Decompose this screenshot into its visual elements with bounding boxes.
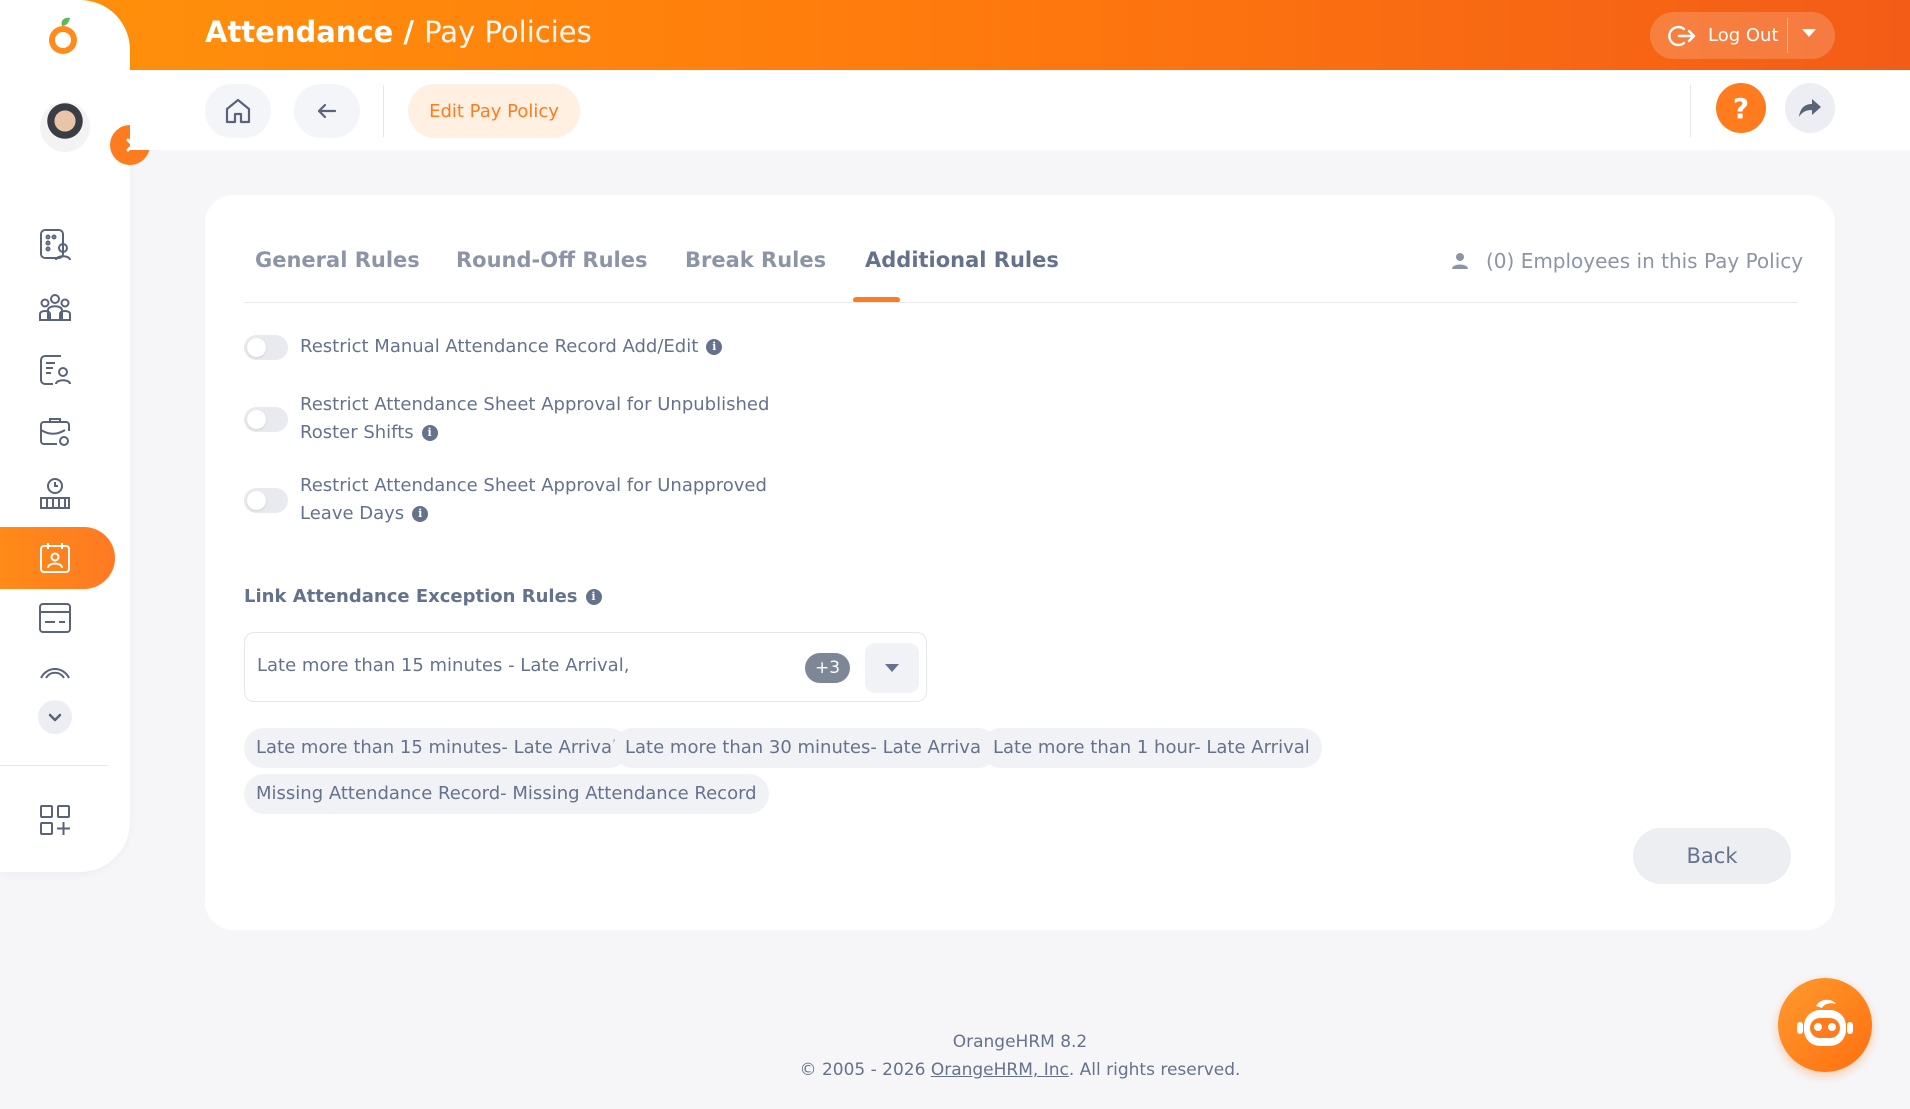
home-button[interactable] bbox=[205, 84, 271, 138]
version-text: OrangeHRM 8.2 bbox=[952, 1032, 1088, 1052]
info-icon[interactable]: i bbox=[706, 339, 723, 355]
signal-icon[interactable] bbox=[37, 660, 73, 680]
avatar[interactable] bbox=[40, 102, 90, 152]
logout-divider bbox=[1787, 18, 1788, 53]
logout-label: Log Out bbox=[1708, 25, 1779, 46]
select-value: Late more than 15 minutes - Late Arrival… bbox=[257, 655, 630, 676]
more-menu-button[interactable] bbox=[38, 700, 72, 734]
exception-rules-title: Link Attendance Exception Rules bbox=[244, 586, 578, 607]
logout-button[interactable]: Log Out bbox=[1650, 12, 1835, 59]
section-title: Link Attendance Exception Rules i bbox=[244, 586, 602, 607]
select-dropdown-button[interactable] bbox=[865, 643, 919, 693]
add-widget-icon[interactable] bbox=[37, 802, 73, 838]
employee-directory-icon[interactable] bbox=[37, 227, 73, 263]
time-icon[interactable] bbox=[37, 476, 73, 512]
rule-label: Restrict Attendance Sheet Approval for U… bbox=[300, 391, 820, 447]
help-icon: ? bbox=[1732, 91, 1750, 125]
toolbar bbox=[130, 70, 1910, 150]
toolbar-divider bbox=[383, 85, 384, 137]
arrow-left-icon bbox=[317, 103, 337, 119]
exception-rules-select[interactable]: Late more than 15 minutes - Late Arrival… bbox=[244, 632, 927, 702]
title-separator: / bbox=[393, 15, 425, 49]
top-bar: Attendance / Pay Policies Log Out bbox=[0, 0, 1910, 70]
payroll-icon[interactable] bbox=[37, 600, 73, 636]
person-icon bbox=[1452, 253, 1468, 269]
attendance-icon bbox=[40, 543, 70, 573]
rule-text: Restrict Attendance Sheet Approval for U… bbox=[300, 475, 767, 524]
copyright-prefix: © 2005 - 2026 bbox=[799, 1060, 931, 1080]
chevron-down-icon bbox=[885, 664, 899, 672]
share-button[interactable] bbox=[1785, 83, 1835, 133]
home-icon bbox=[225, 98, 251, 124]
chatbot-button[interactable] bbox=[1778, 978, 1872, 1072]
rule-label: Restrict Attendance Sheet Approval for U… bbox=[300, 472, 820, 528]
page-title: Attendance / Pay Policies bbox=[205, 15, 592, 49]
exception-chip[interactable]: Late more than 1 hour- Late Arrival bbox=[981, 728, 1322, 768]
document-person-icon[interactable] bbox=[37, 352, 73, 388]
company-link[interactable]: OrangeHRM, Inc bbox=[931, 1060, 1069, 1080]
footer-version: OrangeHRM 8.2 bbox=[0, 1032, 1910, 1052]
exception-chip[interactable]: Late more than 30 minutes- Late Arrival bbox=[613, 728, 998, 768]
tab-additional-rules[interactable]: Additional Rules bbox=[865, 248, 1059, 272]
logout-icon bbox=[1668, 25, 1696, 46]
chevron-down-icon bbox=[48, 713, 62, 722]
tabs-divider bbox=[244, 302, 1797, 303]
page-name: Pay Policies bbox=[424, 15, 592, 49]
help-button[interactable]: ? bbox=[1716, 83, 1766, 133]
rule-text: Restrict Manual Attendance Record Add/Ed… bbox=[300, 336, 699, 357]
info-icon[interactable]: i bbox=[412, 506, 429, 522]
footer-copyright: © 2005 - 2026 OrangeHRM, Inc. All rights… bbox=[0, 1060, 1910, 1080]
tab-round-off-rules[interactable]: Round-Off Rules bbox=[456, 248, 647, 272]
toolbar-divider-right bbox=[1690, 85, 1691, 137]
sidebar-item-attendance[interactable] bbox=[0, 527, 115, 589]
tab-general-rules[interactable]: General Rules bbox=[255, 248, 420, 272]
toggle-restrict-unpublished-roster[interactable] bbox=[244, 407, 288, 432]
extra-count-badge: +3 bbox=[805, 653, 850, 683]
back-button[interactable]: Back bbox=[1633, 828, 1791, 884]
share-icon bbox=[1799, 99, 1821, 117]
orangehrm-logo-icon[interactable] bbox=[40, 14, 86, 56]
employee-count-label: (0) Employees in this Pay Policy bbox=[1486, 249, 1804, 273]
robot-icon bbox=[1797, 999, 1853, 1046]
pay-policy-card bbox=[205, 195, 1835, 930]
briefcase-gear-icon[interactable] bbox=[37, 414, 73, 450]
info-icon[interactable]: i bbox=[585, 589, 602, 605]
people-icon[interactable] bbox=[37, 290, 73, 326]
employee-count[interactable]: (0) Employees in this Pay Policy bbox=[1450, 249, 1803, 273]
toggle-restrict-manual-record[interactable] bbox=[244, 335, 288, 360]
rule-text: Restrict Attendance Sheet Approval for U… bbox=[300, 394, 770, 443]
edit-pay-policy-chip[interactable]: Edit Pay Policy bbox=[408, 84, 580, 138]
tab-break-rules[interactable]: Break Rules bbox=[685, 248, 826, 272]
chevron-down-icon[interactable] bbox=[1802, 29, 1816, 37]
exception-chip[interactable]: Missing Attendance Record- Missing Atten… bbox=[244, 774, 769, 814]
rule-label: Restrict Manual Attendance Record Add/Ed… bbox=[300, 333, 820, 361]
back-arrow-button[interactable] bbox=[294, 84, 360, 138]
sidebar-divider bbox=[0, 765, 108, 766]
exception-chip[interactable]: Late more than 15 minutes- Late Arrival bbox=[244, 728, 629, 768]
info-icon[interactable]: i bbox=[421, 425, 438, 441]
sidebar bbox=[0, 0, 150, 872]
toggle-restrict-unapproved-leave[interactable] bbox=[244, 488, 288, 513]
copyright-suffix: . All rights reserved. bbox=[1068, 1060, 1241, 1080]
module-name: Attendance bbox=[205, 15, 394, 49]
